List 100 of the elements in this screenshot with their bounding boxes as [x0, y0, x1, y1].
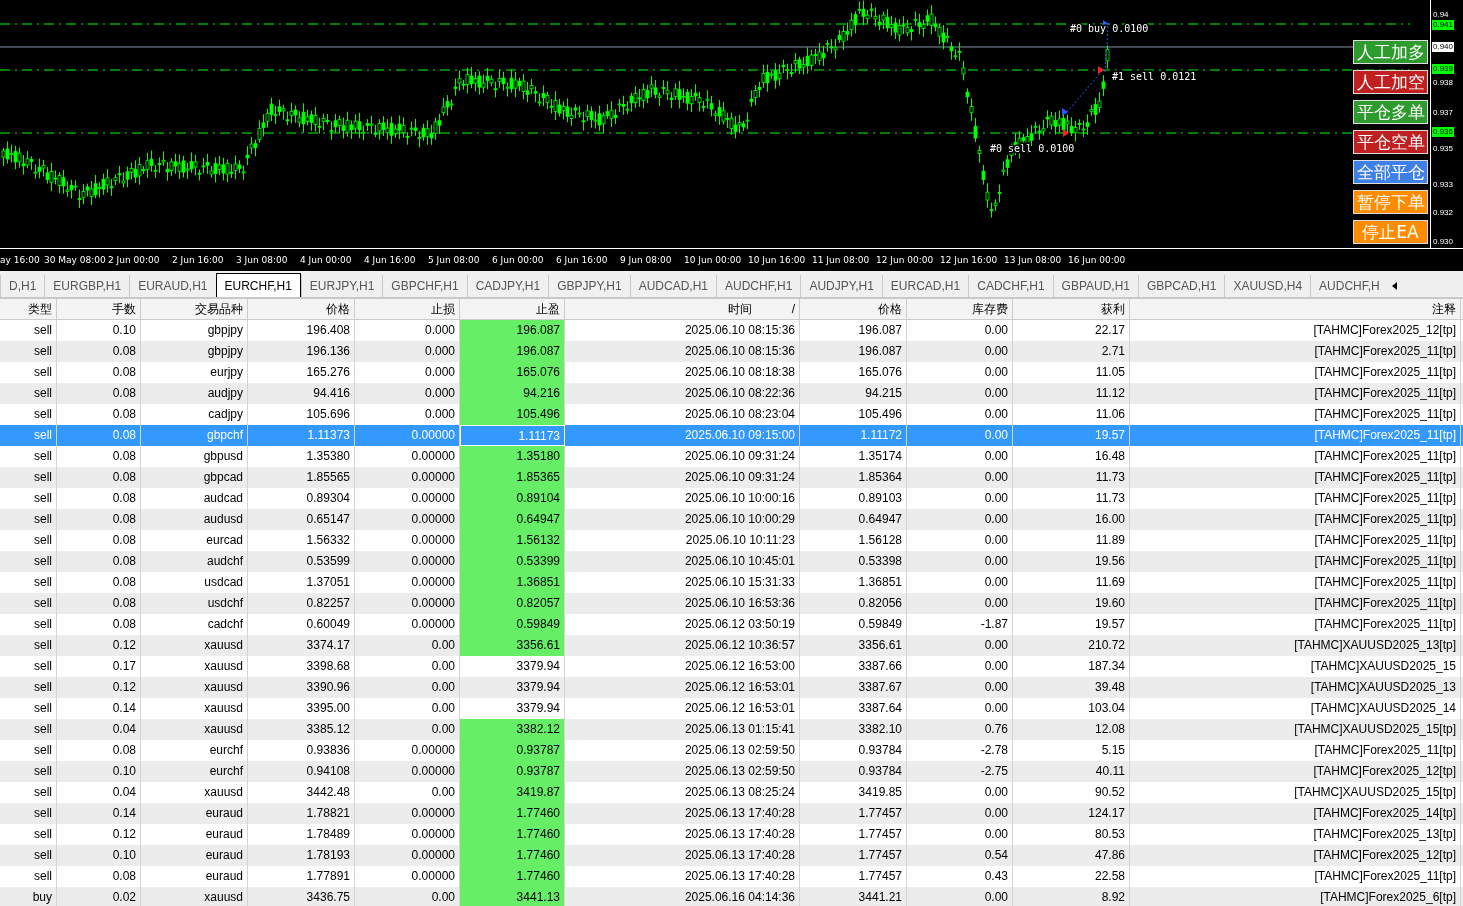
trade-row[interactable]: sell 0.12 xauusd 3374.17 0.00 3356.61 2025.06.12 10:36:57 3356.61 0.00 210.72 [TAHMC]XAUUSD2025_13[tp]	[0, 635, 1463, 656]
table-cell: 3419.87	[460, 782, 565, 803]
chart-tab[interactable]: AUDCHF,H	[1310, 275, 1388, 297]
chart-tab[interactable]: AUDCAD,H1	[629, 275, 717, 297]
table-cell: 1.78193	[248, 845, 355, 866]
table-cell: 2025.06.12 16:53:01	[565, 677, 800, 698]
trade-row[interactable]: sell 0.08 usdchf 0.82257 0.00000 0.82057 2025.06.10 16:53:36 0.82056 0.00 19.60 [TAHMC]Forex2025_11[tp]	[0, 593, 1463, 614]
trade-row[interactable]: sell 0.14 euraud 1.78821 0.00000 1.77460 2025.06.13 17:40:28 1.77457 0.00 124.17 [TAHMC]Forex2025_14[tp]	[0, 803, 1463, 824]
table-cell: 3387.67	[800, 677, 907, 698]
chart-tab[interactable]: AUDJPY,H1	[800, 275, 882, 297]
chart-tab[interactable]: EURJPY,H1	[300, 275, 383, 297]
column-header[interactable]: 止损	[431, 299, 455, 319]
table-cell: 0.02	[57, 887, 141, 906]
table-cell: 2025.06.13 01:15:41	[565, 719, 800, 740]
table-cell: 2025.06.13 17:40:28	[565, 845, 800, 866]
column-header[interactable]: 注释	[1432, 299, 1456, 319]
chart-tab[interactable]: EURCAD,H1	[881, 275, 969, 297]
table-cell: sell	[0, 467, 57, 488]
column-header[interactable]: 类型	[28, 299, 52, 319]
table-cell: 0.82057	[460, 593, 565, 614]
chart-tab[interactable]: GBPCHF,H1	[382, 275, 467, 297]
table-cell: [TAHMC]Forex2025_11[tp]	[1130, 509, 1461, 530]
chart-tab[interactable]: EURCHF,H1	[215, 273, 301, 297]
chart-tab[interactable]: EURGBP,H1	[44, 275, 130, 297]
table-cell: euraud	[141, 803, 248, 824]
column-header[interactable]: 手数	[112, 299, 136, 319]
chart-tab[interactable]: CADCHF,H1	[968, 275, 1053, 297]
price-axis-label: 0.941	[1432, 20, 1455, 30]
table-cell: sell	[0, 677, 57, 698]
table-cell: 0.10	[57, 845, 141, 866]
column-header[interactable]: 库存费	[972, 299, 1008, 319]
column-header[interactable]: 交易品种	[195, 299, 243, 319]
table-cell: [TAHMC]Forex2025_11[tp]	[1130, 341, 1461, 362]
table-cell: 2025.06.13 17:40:28	[565, 803, 800, 824]
table-cell: [TAHMC]Forex2025_14[tp]	[1130, 803, 1461, 824]
column-header[interactable]: 时间	[727, 299, 752, 319]
chart-tab[interactable]: AUDCHF,H1	[716, 275, 801, 297]
chart-tab[interactable]: EURAUD,H1	[129, 275, 216, 297]
table-cell: 0.93787	[460, 761, 565, 782]
table-cell: audusd	[141, 509, 248, 530]
table-cell: 3441.21	[800, 887, 907, 906]
trade-label: #1 sell 0.0121	[1112, 71, 1197, 82]
column-header[interactable]: 获利	[1101, 299, 1125, 319]
ea-control-button[interactable]: 平仓多单	[1353, 100, 1428, 124]
trade-row[interactable]: sell 0.08 gbpcad 1.85565 0.00000 1.85365 2025.06.10 09:31:24 1.85364 0.00 11.73 [TAHMC]Forex2025_11[tp]	[0, 467, 1463, 488]
ea-control-button[interactable]: 人工加空	[1353, 70, 1428, 94]
time-axis-label: 12 Jun 00:00	[876, 255, 935, 265]
table-cell: 1.85365	[460, 467, 565, 488]
table-cell: sell	[0, 845, 57, 866]
table-cell: 0.08	[57, 425, 141, 446]
table-cell: 19.56	[1013, 551, 1130, 572]
chart-tab[interactable]: CADJPY,H1	[466, 275, 549, 297]
sort-indicator: /	[791, 301, 795, 318]
table-cell: sell	[0, 341, 57, 362]
table-cell: 0.00	[907, 509, 1013, 530]
price-axis-label: 0.933	[1432, 180, 1455, 190]
time-axis-label: 10 Jun 00:00	[684, 255, 743, 265]
table-cell: 1.85565	[248, 467, 355, 488]
column-header[interactable]: 价格	[326, 299, 350, 319]
trade-row[interactable]: sell 0.08 audchf 0.53599 0.00000 0.53399 2025.06.10 10:45:01 0.53398 0.00 19.56 [TAHMC]Forex2025_11[tp]	[0, 551, 1463, 572]
ea-control-button[interactable]: 人工加多	[1353, 40, 1428, 64]
table-cell: 47.86	[1013, 845, 1130, 866]
table-cell: [TAHMC]Forex2025_6[tp]	[1130, 887, 1461, 906]
trade-row[interactable]: sell 0.12 xauusd 3390.96 0.00 3379.94 2025.06.12 16:53:01 3387.67 0.00 39.48 [TAHMC]XAUUSD2025_13	[0, 677, 1463, 698]
column-header[interactable]: 价格	[878, 299, 902, 319]
table-cell: [TAHMC]Forex2025_11[tp]	[1130, 383, 1461, 404]
trade-row[interactable]: buy 0.02 xauusd 3436.75 0.00 3441.13 2025.06.16 04:14:36 3441.21 0.00 8.92 [TAHMC]Forex2025_6[tp]	[0, 887, 1463, 906]
table-cell: 0.00	[907, 383, 1013, 404]
trade-row[interactable]: sell 0.04 xauusd 3385.12 0.00 3382.12 2025.06.13 01:15:41 3382.10 0.76 12.08 [TAHMC]XAUUSD2025_15[tp]	[0, 719, 1463, 740]
table-cell: 16.00	[1013, 509, 1130, 530]
ea-control-button[interactable]: 全部平仓	[1353, 160, 1428, 184]
table-cell: sell	[0, 425, 57, 446]
trade-row[interactable]: sell 0.08 audusd 0.65147 0.00000 0.64947 2025.06.10 10:00:29 0.64947 0.00 16.00 [TAHMC]Forex2025_11[tp]	[0, 509, 1463, 530]
trade-row[interactable]: sell 0.10 euraud 1.78193 0.00000 1.77460 2025.06.13 17:40:28 1.77457 0.54 47.86 [TAHMC]Forex2025_12[tp]	[0, 845, 1463, 866]
table-cell: 1.35180	[460, 446, 565, 467]
chart-tab[interactable]: XAUUSD,H4	[1224, 275, 1311, 297]
table-cell: 1.77457	[800, 803, 907, 824]
table-cell: xauusd	[141, 887, 248, 906]
table-cell: 0.00	[907, 887, 1013, 906]
trade-row[interactable]: sell 0.10 eurchf 0.94108 0.00000 0.93787 2025.06.13 02:59:50 0.93784 -2.75 40.11 [TAHMC]Forex2025_12[tp]	[0, 761, 1463, 782]
ea-control-button[interactable]: 平仓空单	[1353, 130, 1428, 154]
column-header[interactable]: 止盈	[536, 299, 560, 319]
chart-tab[interactable]: GBPCAD,H1	[1138, 275, 1225, 297]
table-cell: sell	[0, 551, 57, 572]
trade-row[interactable]: sell 0.08 audjpy 94.416 0.000 94.216 2025.06.10 08:22:36 94.215 0.00 11.12 [TAHMC]Forex2025_11[tp]	[0, 383, 1463, 404]
chart-tab[interactable]: GBPAUD,H1	[1052, 275, 1139, 297]
table-cell: 3379.94	[460, 677, 565, 698]
table-cell: 0.00	[907, 803, 1013, 824]
table-cell: 0.10	[57, 761, 141, 782]
table-cell: buy	[0, 887, 57, 906]
trade-row[interactable]: sell 0.08 gbpjpy 196.136 0.000 196.087 2025.06.10 08:15:36 196.087 0.00 2.71 [TAHMC]Forex2025_11[tp]	[0, 341, 1463, 362]
time-axis-label: 4 Jun 00:00	[300, 255, 353, 265]
chart-tab[interactable]: GBPJPY,H1	[548, 275, 630, 297]
table-cell: 0.93784	[800, 761, 907, 782]
table-cell: 196.087	[800, 341, 907, 362]
chart-tab[interactable]: D,H1	[0, 275, 45, 297]
table-cell: 1.36851	[460, 572, 565, 593]
table-cell: 2.71	[1013, 341, 1130, 362]
table-cell: 0.64947	[460, 509, 565, 530]
table-cell: 1.85364	[800, 467, 907, 488]
